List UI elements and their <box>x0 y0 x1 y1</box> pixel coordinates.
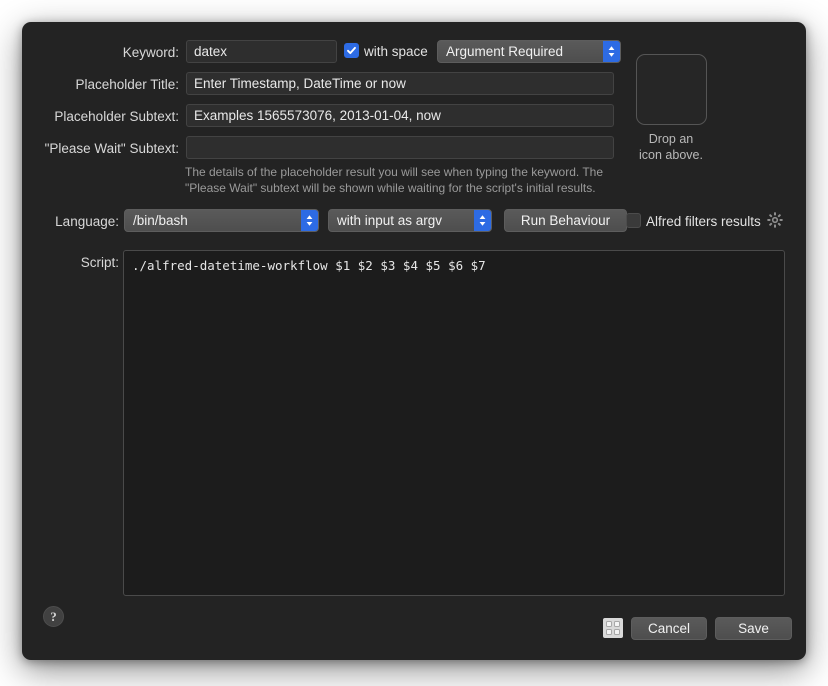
language-stepper-arrows[interactable] <box>301 210 318 231</box>
input-mode-stepper-arrows[interactable] <box>474 210 491 231</box>
input-mode-select[interactable]: with input as argv <box>328 209 492 232</box>
chevron-up-down-icon <box>479 215 486 226</box>
script-label: Script: <box>80 255 119 270</box>
run-behaviour-button[interactable]: Run Behaviour <box>504 209 627 232</box>
help-button[interactable]: ? <box>43 606 64 627</box>
with-space-checkbox[interactable] <box>344 43 359 58</box>
helper-text-line2: "Please Wait" subtext will be shown whil… <box>185 181 596 195</box>
gear-icon-glyph <box>767 212 783 228</box>
grid-cell <box>606 629 612 635</box>
chevron-up-down-icon <box>608 46 615 57</box>
argument-mode-select[interactable]: Argument Required <box>437 40 621 63</box>
icon-drop-well[interactable] <box>636 54 707 125</box>
alfred-filters-results-checkbox[interactable] <box>626 213 641 228</box>
checkmark-icon <box>347 46 356 55</box>
argument-mode-stepper-arrows[interactable] <box>603 41 620 62</box>
script-editor-content: ./alfred-datetime-workflow $1 $2 $3 $4 $… <box>132 258 486 273</box>
gear-icon[interactable] <box>767 212 783 228</box>
script-filter-config-window: Keyword: datex with space Argument Requi… <box>22 22 806 660</box>
arrange-grid-button[interactable] <box>603 618 623 638</box>
grid-cell <box>614 621 620 627</box>
placeholder-subtext-label: Placeholder Subtext: <box>54 109 179 124</box>
keyword-label: Keyword: <box>122 45 179 60</box>
with-space-label: with space <box>364 44 428 59</box>
helper-text-line1: The details of the placeholder result yo… <box>185 165 604 179</box>
chevron-up-down-icon <box>306 215 313 226</box>
icon-drop-caption-line1: Drop an <box>648 132 694 146</box>
grid-cell <box>606 621 612 627</box>
save-button[interactable]: Save <box>715 617 792 640</box>
cancel-button[interactable]: Cancel <box>631 617 707 640</box>
please-wait-subtext-input[interactable] <box>186 136 614 159</box>
input-mode-value: with input as argv <box>337 213 443 228</box>
language-select[interactable]: /bin/bash <box>124 209 319 232</box>
icon-drop-caption-line2: icon above. <box>639 148 703 162</box>
language-label: Language: <box>55 214 119 229</box>
grid-cell <box>614 629 620 635</box>
please-wait-subtext-label: "Please Wait" Subtext: <box>44 141 179 156</box>
placeholder-title-input[interactable]: Enter Timestamp, DateTime or now <box>186 72 614 95</box>
argument-mode-value: Argument Required <box>446 44 564 59</box>
placeholder-subtext-input[interactable]: Examples 1565573076, 2013-01-04, now <box>186 104 614 127</box>
keyword-input[interactable]: datex <box>186 40 337 63</box>
placeholder-title-label: Placeholder Title: <box>75 77 179 92</box>
script-editor[interactable]: ./alfred-datetime-workflow $1 $2 $3 $4 $… <box>123 250 785 596</box>
language-value: /bin/bash <box>133 213 188 228</box>
screenshot-root: Keyword: datex with space Argument Requi… <box>0 0 828 686</box>
alfred-filters-results-label: Alfred filters results <box>646 214 761 229</box>
